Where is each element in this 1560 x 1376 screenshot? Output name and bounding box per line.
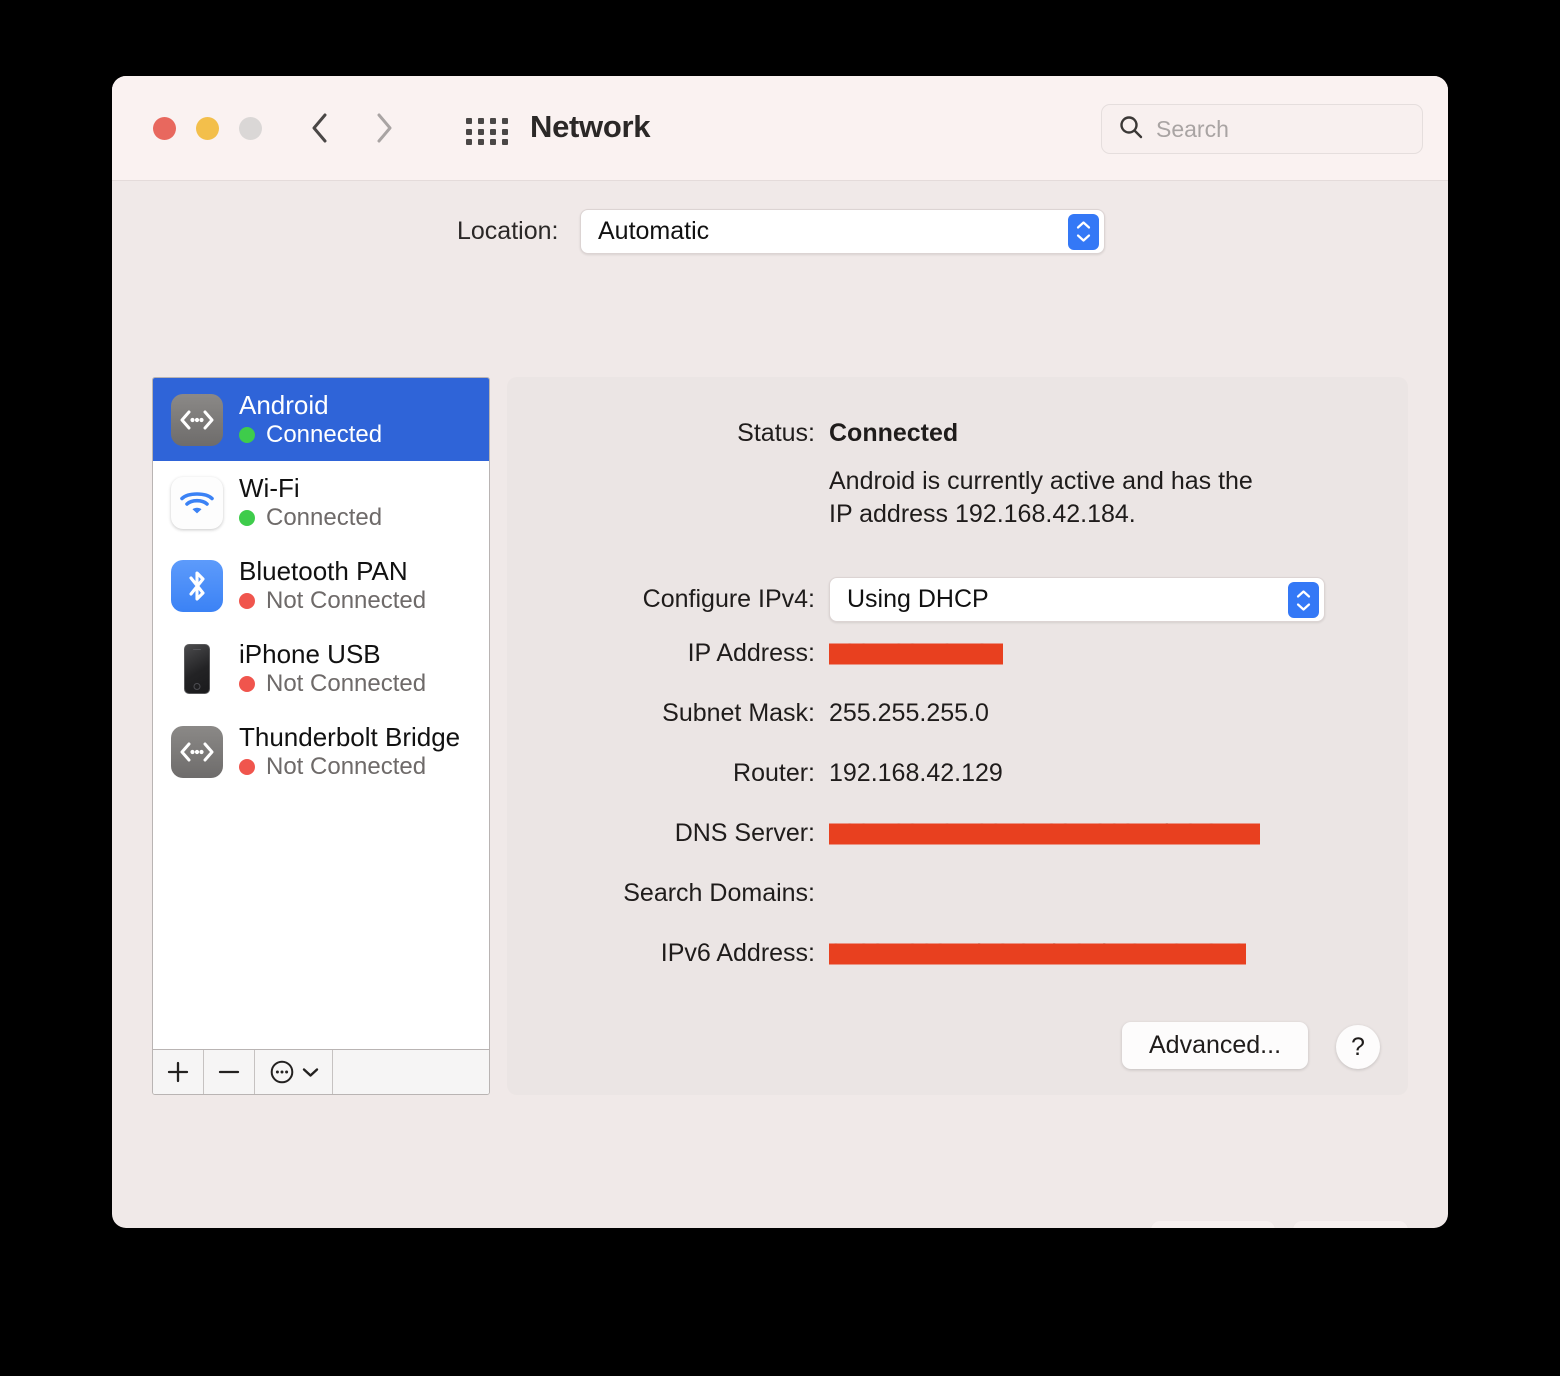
dns-server-label: DNS Server:	[674, 819, 815, 847]
status-description: Android is currently active and has the …	[829, 467, 1253, 528]
advanced-button[interactable]: Advanced...	[1122, 1022, 1308, 1069]
subnet-mask-value: 255.255.255.0	[829, 699, 989, 727]
ip-address-label: IP Address:	[687, 639, 815, 667]
search-domains-label: Search Domains:	[623, 879, 815, 907]
ethernet-icon	[171, 393, 223, 446]
ip-address-row: IP Address: 192.168.42.184	[507, 639, 1003, 668]
configure-ipv4-select[interactable]: Using DHCP	[829, 577, 1325, 622]
bluetooth-icon	[171, 559, 223, 612]
location-row: Location: Automatic	[112, 181, 1448, 281]
sidebar-item-thunderbolt-bridge[interactable]: Thunderbolt Bridge Not Connected	[153, 710, 489, 793]
location-select[interactable]: Automatic	[580, 208, 1105, 254]
navigation-arrows	[310, 112, 394, 144]
revert-button[interactable]: Revert	[1151, 1221, 1275, 1228]
service-list-toolbar	[153, 1049, 489, 1094]
status-dot-disconnected	[239, 593, 255, 610]
wifi-icon	[171, 476, 223, 529]
subnet-mask-label: Subnet Mask:	[662, 699, 815, 727]
status-label: Status:	[737, 419, 815, 447]
sidebar-item-label: Thunderbolt Bridge	[239, 721, 461, 752]
status-dot-disconnected	[239, 676, 255, 693]
redaction-ip-address: 192.168.42.184	[829, 639, 1003, 668]
chevron-down-icon	[302, 1067, 318, 1077]
content-area: Android Connected Wi-Fi Connected Blueto…	[112, 298, 1448, 1228]
remove-service-button[interactable]	[204, 1050, 255, 1094]
forward-icon[interactable]	[374, 112, 394, 144]
location-selected-value: Automatic	[598, 216, 710, 245]
status-dot-connected	[239, 427, 255, 444]
configure-ipv4-value: Using DHCP	[847, 585, 989, 613]
sidebar-item-label: Bluetooth PAN	[239, 555, 408, 586]
apply-button[interactable]: Apply	[1293, 1221, 1408, 1228]
toolbar-spacer	[333, 1050, 489, 1094]
iphone-icon	[171, 643, 223, 695]
sidebar-item-android[interactable]: Android Connected	[153, 378, 489, 461]
sidebar-item-status: Connected	[266, 504, 383, 532]
ellipsis-circle-icon	[270, 1060, 293, 1084]
status-dot-connected	[239, 510, 255, 527]
router-value: 192.168.42.129	[829, 759, 1003, 787]
sidebar-item-status: Not Connected	[266, 670, 427, 698]
network-preferences-window: Network Search Location: Automatic Andro…	[112, 76, 1448, 1228]
ethernet-icon	[171, 725, 223, 778]
status-row: Status: Connected	[507, 419, 958, 448]
ipv6-address-label: IPv6 Address:	[660, 939, 815, 967]
service-actions-menu-button[interactable]	[255, 1050, 333, 1094]
ipv6-address-value: 2400:4060:1d10:0:ab:0:d7:8518:4818	[829, 939, 1247, 968]
back-icon[interactable]	[310, 112, 330, 144]
service-list-panel: Android Connected Wi-Fi Connected Blueto…	[152, 377, 490, 1095]
location-stepper-icon[interactable]	[1068, 213, 1099, 250]
sidebar-item-label: iPhone USB	[239, 638, 381, 669]
sidebar-item-iphone-usb[interactable]: iPhone USB Not Connected	[153, 627, 489, 710]
status-value: Connected	[829, 419, 959, 447]
search-domains-row: Search Domains:	[507, 879, 829, 908]
page-title: Network	[530, 109, 651, 144]
sidebar-item-status: Not Connected	[266, 587, 427, 615]
redaction-ipv6-address: 2400:4060:1d10:0:ab:0:d7:8518:4818	[829, 939, 1247, 968]
search-placeholder: Search	[1156, 115, 1229, 142]
service-detail-panel: Status: Connected Android is currently a…	[507, 377, 1408, 1095]
configure-ipv4-stepper-icon[interactable]	[1288, 582, 1319, 618]
add-service-button[interactable]	[153, 1050, 204, 1094]
dns-server-row: DNS Server: 192.168.42.129, 2400:4060:1d…	[507, 819, 1260, 848]
dns-server-value: 192.168.42.129, 2400:4060:1d10:871a	[829, 819, 1260, 848]
service-list: Android Connected Wi-Fi Connected Blueto…	[153, 378, 489, 1049]
zoom-button[interactable]	[239, 117, 262, 140]
sidebar-item-status: Connected	[266, 421, 383, 449]
show-all-grid-icon[interactable]	[466, 118, 510, 146]
router-label: Router:	[733, 759, 815, 787]
configure-ipv4-label: Configure IPv4:	[642, 585, 815, 613]
sidebar-item-status: Not Connected	[266, 753, 427, 781]
help-button[interactable]: ?	[1336, 1025, 1380, 1069]
status-dot-disconnected	[239, 759, 255, 776]
sidebar-item-bluetooth-pan[interactable]: Bluetooth PAN Not Connected	[153, 544, 489, 627]
minimize-button[interactable]	[196, 117, 219, 140]
status-description-row: Android is currently active and has the …	[507, 465, 1274, 531]
search-field[interactable]: Search	[1101, 104, 1423, 154]
sidebar-item-wifi[interactable]: Wi-Fi Connected	[153, 461, 489, 544]
search-icon	[1118, 114, 1144, 145]
close-button[interactable]	[153, 117, 176, 140]
location-label: Location:	[457, 216, 559, 245]
redaction-dns-server: 192.168.42.129, 2400:4060:1d10:871a	[829, 819, 1260, 848]
ip-address-value: 192.168.42.184	[829, 639, 1003, 668]
footer-buttons: Revert Apply	[1151, 1221, 1408, 1228]
titlebar: Network Search	[112, 76, 1448, 181]
subnet-mask-row: Subnet Mask: 255.255.255.0	[507, 699, 989, 728]
router-row: Router: 192.168.42.129	[507, 759, 1003, 788]
ipv6-address-row: IPv6 Address: 2400:4060:1d10:0:ab:0:d7:8…	[507, 939, 1247, 968]
sidebar-item-label: Wi-Fi	[239, 472, 300, 503]
sidebar-item-label: Android	[239, 389, 329, 420]
configure-ipv4-row: Configure IPv4: Using DHCP	[507, 577, 1325, 622]
traffic-light-group	[153, 117, 262, 140]
